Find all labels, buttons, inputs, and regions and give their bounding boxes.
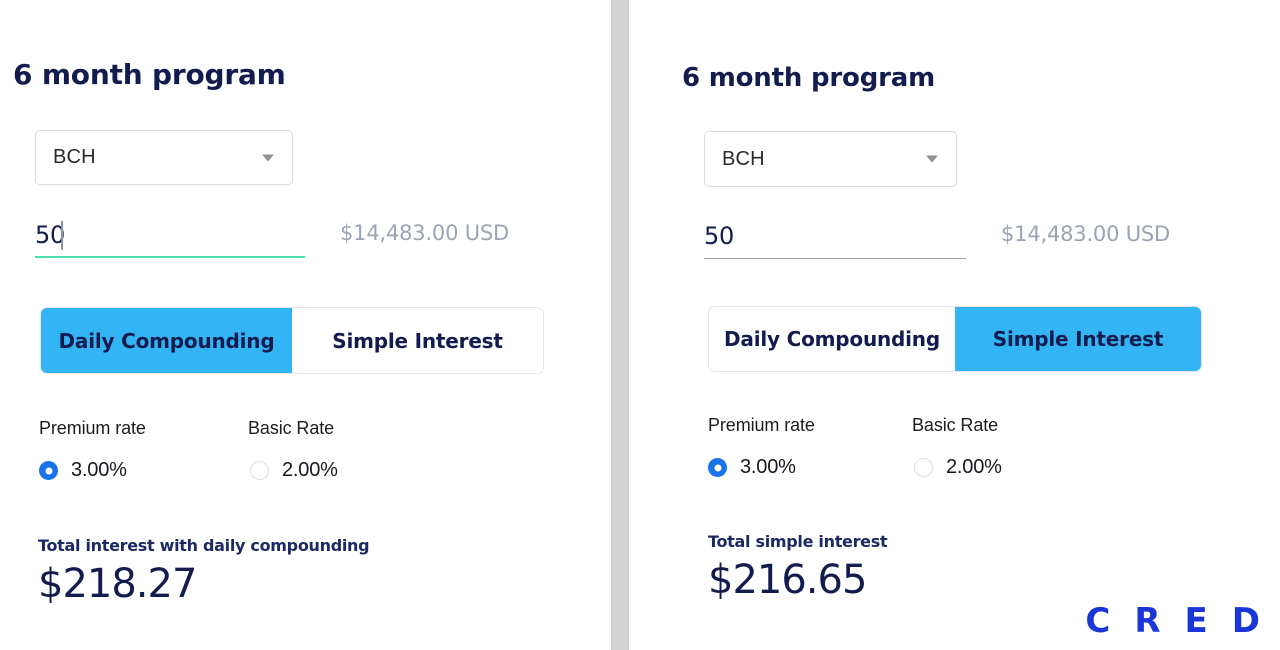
cred-logo: C R E D [1085,604,1260,638]
currency-select-value: BCH [53,146,96,168]
rate-option-basic[interactable]: 2.00% [914,456,1002,479]
total-interest-caption: Total simple interest [708,532,888,551]
converted-amount: $14,483.00 USD [340,221,509,245]
radio-premium-icon[interactable] [708,458,727,477]
currency-select-value: BCH [722,147,765,170]
radio-basic-icon[interactable] [250,461,269,480]
toggle-daily-compounding[interactable]: Daily Compounding [709,307,955,371]
amount-input[interactable]: 50 [704,219,966,259]
toggle-simple-interest[interactable]: Simple Interest [292,308,543,373]
chevron-down-icon [262,154,274,161]
rate-option-basic[interactable]: 2.00% [250,459,338,482]
panel-daily-compounding: 6 month program BCH 50 $14,483.00 USD Da… [0,0,611,650]
amount-input-underline [704,257,966,259]
page-title: 6 month program [13,58,286,91]
amount-input-value: 50 [704,222,734,250]
rate-header-basic: Basic Rate [912,415,999,435]
total-interest-amount: $216.65 [708,557,867,603]
converted-amount: $14,483.00 USD [1001,222,1170,246]
currency-select[interactable]: BCH [704,131,957,187]
total-interest-block: Total simple interest $216.65 [708,532,888,603]
rate-option-premium[interactable]: 3.00% [39,459,127,482]
amount-row: 50 $14,483.00 USD [35,218,535,258]
rate-basic-value: 2.00% [282,459,338,481]
text-caret [61,221,63,250]
comparison-stage: 6 month program BCH 50 $14,483.00 USD Da… [0,0,1280,650]
amount-input[interactable]: 50 [35,218,305,258]
cred-logo-letter-c: C [1085,601,1111,641]
cred-logo-letter-e: E [1184,601,1208,641]
toggle-daily-compounding[interactable]: Daily Compounding [41,308,292,373]
rate-header-basic: Basic Rate [248,418,335,438]
rate-header-premium: Premium rate [708,415,815,435]
total-interest-block: Total interest with daily compounding $2… [38,536,370,607]
cred-logo-letter-r: R [1134,601,1161,641]
rate-premium-value: 3.00% [71,459,127,481]
cred-logo-letter-d: D [1231,601,1260,641]
rate-header-premium: Premium rate [39,418,146,438]
amount-input-underline [35,256,305,258]
total-interest-amount: $218.27 [38,561,197,607]
radio-premium-icon[interactable] [39,461,58,480]
toggle-simple-interest[interactable]: Simple Interest [955,307,1201,371]
panel-divider [611,0,629,650]
panel-simple-interest: 6 month program BCH 50 $14,483.00 USD Da… [629,0,1280,650]
currency-select[interactable]: BCH [35,130,293,185]
amount-row: 50 $14,483.00 USD [704,219,1204,259]
rate-basic-value: 2.00% [946,456,1002,478]
interest-type-toggle: Daily Compounding Simple Interest [708,306,1202,372]
page-title: 6 month program [682,63,935,93]
rate-premium-value: 3.00% [740,456,796,478]
chevron-down-icon [926,155,938,163]
total-interest-caption: Total interest with daily compounding [38,536,370,555]
interest-type-toggle: Daily Compounding Simple Interest [40,307,544,374]
rate-option-premium[interactable]: 3.00% [708,456,796,479]
radio-basic-icon[interactable] [914,458,933,477]
